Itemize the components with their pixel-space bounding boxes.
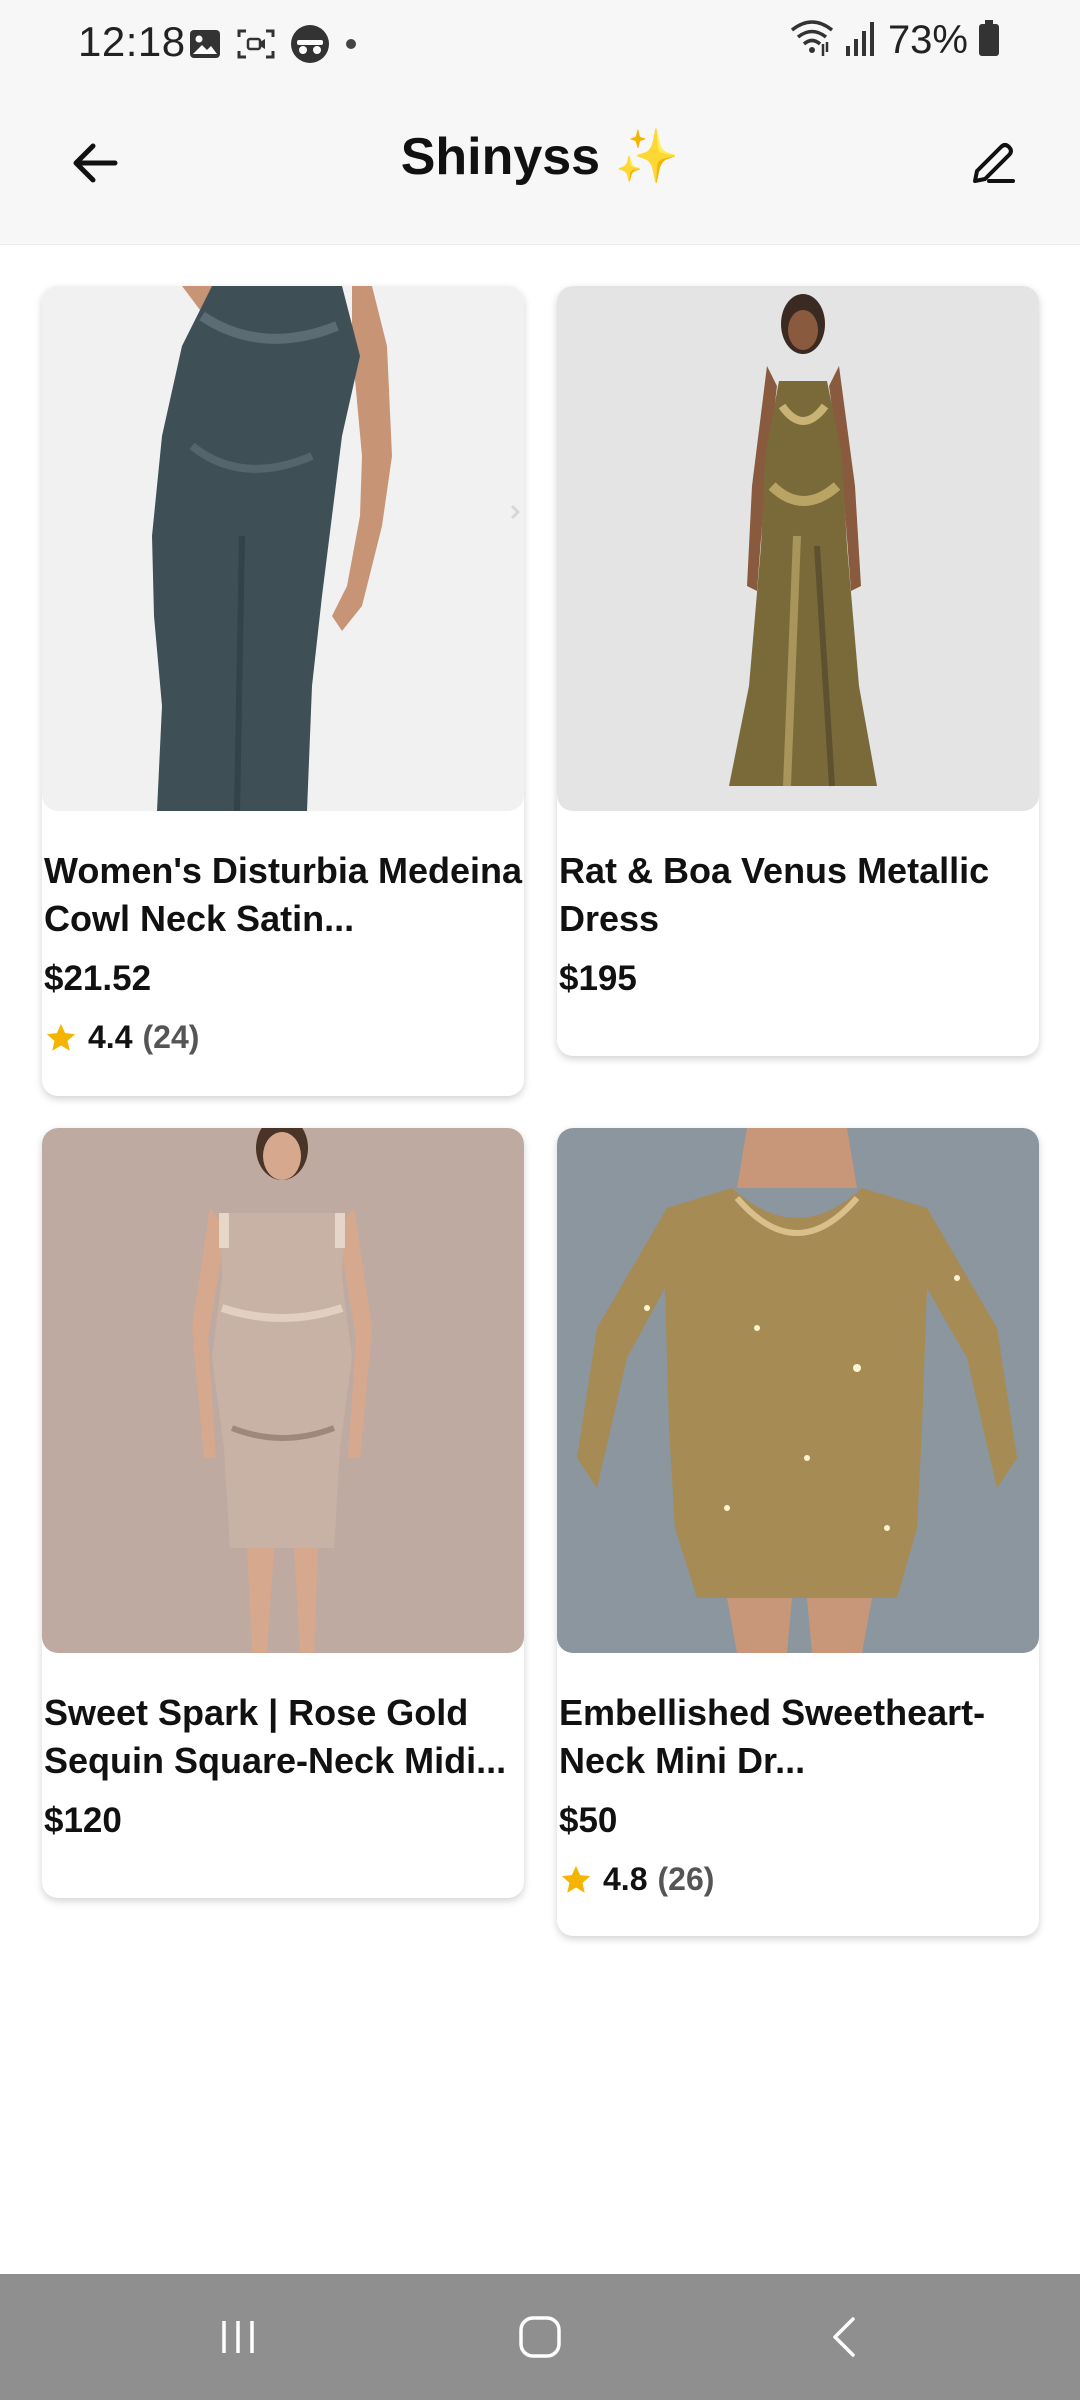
image-icon (188, 27, 222, 61)
arrow-left-icon (73, 143, 118, 183)
battery-percent: 73% (887, 18, 968, 62)
product-rating: 4.8 (26) (559, 1861, 1039, 1898)
page-title: Shinyss ✨ (0, 126, 1080, 187)
product-price: $195 (559, 959, 637, 998)
signal-icon (844, 18, 878, 63)
home-icon (519, 2316, 561, 2358)
status-right: 73% (790, 18, 1000, 63)
rating-value: 4.8 (603, 1861, 648, 1897)
product-image[interactable] (42, 1128, 524, 1653)
back-button[interactable] (60, 128, 130, 198)
battery-icon (978, 19, 1000, 62)
product-card[interactable]: Rat & Boa Venus Metallic Dress $195 (557, 286, 1039, 1056)
product-card[interactable]: Sweet Spark | Rose Gold Sequin Square-Ne… (42, 1128, 524, 1898)
product-card[interactable]: Women's Disturbia Medeina Cowl Neck Sati… (42, 286, 524, 1096)
product-price: $50 (559, 1801, 618, 1840)
pencil-icon (973, 143, 1015, 183)
wifi-icon (790, 18, 834, 63)
app-header: Shinyss ✨ (0, 90, 1080, 245)
product-title[interactable]: Sweet Spark | Rose Gold Sequin Square-Ne… (42, 1689, 524, 1785)
rating-count: (24) (142, 1019, 200, 1055)
recent-apps-button[interactable] (193, 2302, 283, 2372)
edit-button[interactable] (958, 128, 1028, 198)
product-card[interactable]: Embellished Sweetheart-Neck Mini Dr... $… (557, 1128, 1039, 1936)
status-left-icons (188, 24, 358, 64)
back-nav-button[interactable] (800, 2302, 890, 2372)
product-title[interactable]: Women's Disturbia Medeina Cowl Neck Sati… (42, 847, 524, 943)
product-price: $120 (44, 1801, 122, 1840)
product-title[interactable]: Rat & Boa Venus Metallic Dress (557, 847, 1039, 943)
product-image[interactable] (42, 286, 524, 811)
product-image[interactable] (557, 1128, 1039, 1653)
product-price: $21.52 (44, 959, 152, 998)
home-button[interactable] (495, 2302, 585, 2372)
screen-record-icon (236, 27, 276, 61)
star-icon (561, 1865, 591, 1893)
status-bar: 12:18 73% (0, 0, 1080, 90)
sparkles-icon: ✨ (614, 128, 680, 186)
page-title-text: Shinyss (400, 128, 601, 186)
star-icon (46, 1023, 76, 1051)
back-icon (833, 2317, 855, 2357)
rating-value: 4.4 (88, 1019, 133, 1055)
incognito-icon (290, 24, 330, 64)
recent-apps-icon (222, 2321, 254, 2353)
dot-icon (344, 37, 358, 51)
product-rating: 4.4 (24) (44, 1019, 524, 1056)
product-title[interactable]: Embellished Sweetheart-Neck Mini Dr... (557, 1689, 1039, 1785)
system-nav-bar (0, 2274, 1080, 2400)
rating-count: (26) (657, 1861, 715, 1897)
product-image[interactable] (557, 286, 1039, 811)
status-time: 12:18 (78, 18, 186, 65)
